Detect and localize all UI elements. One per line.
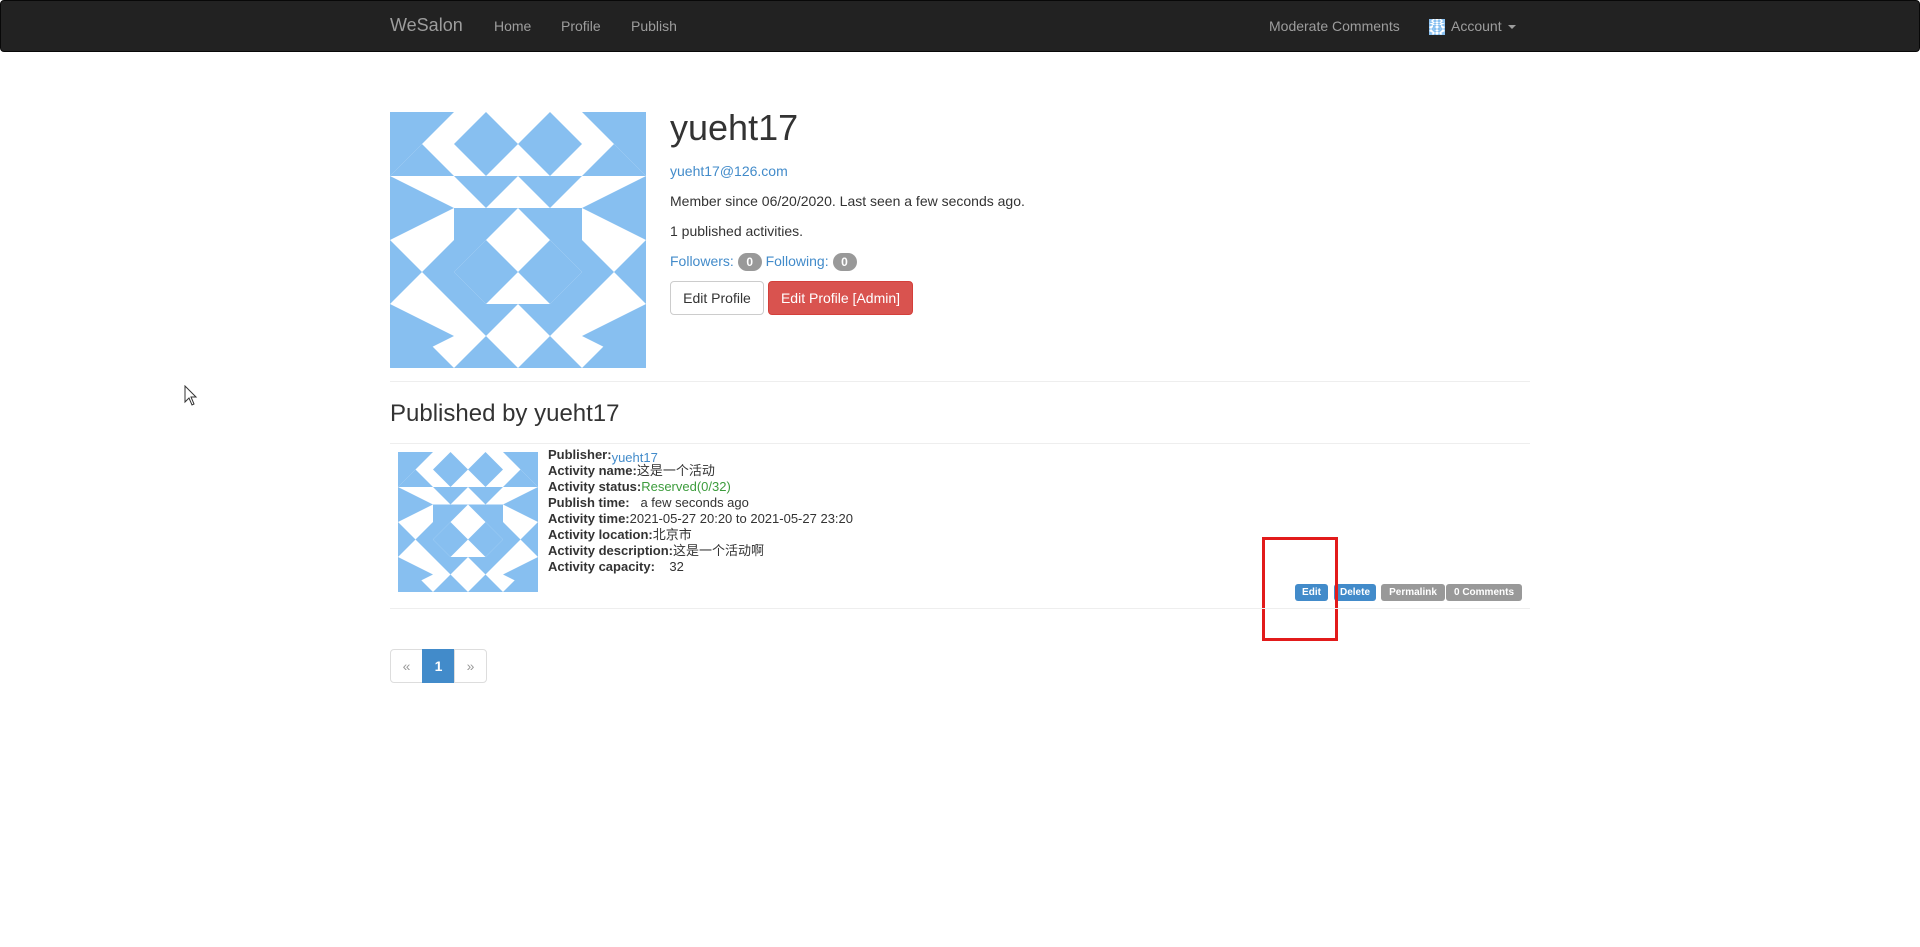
activity-name-row: Activity name:这是一个活动 <box>548 463 853 479</box>
mouse-pointer-icon <box>184 385 198 406</box>
follow-stats: Followers: 0 Following: 0 <box>670 253 857 272</box>
activity-location-row: Activity location:北京市 <box>548 527 853 543</box>
activity-time-label: Activity time: <box>548 511 630 526</box>
nav-publish[interactable]: Publish <box>631 18 677 34</box>
edit-profile-button[interactable]: Edit Profile <box>670 281 764 315</box>
activity-capacity-row: Activity capacity: 32 <box>548 559 853 575</box>
caret-down-icon[interactable] <box>1508 25 1516 29</box>
profile-username: yueht17 <box>670 107 799 148</box>
activity-capacity-value: 32 <box>669 559 684 574</box>
post-list-bottom-divider <box>390 608 1530 609</box>
activity-status-row: Activity status:Reserved(0/32) <box>548 479 853 495</box>
pagination-next[interactable]: » <box>454 649 487 683</box>
edit-profile-admin-button[interactable]: Edit Profile [Admin] <box>768 281 913 315</box>
pagination: « 1 » <box>390 649 487 683</box>
activity-post: Publisher:yueht17 Activity name:这是一个活动 A… <box>548 447 853 575</box>
post-comments-button[interactable]: 0 Comments <box>1446 584 1522 601</box>
post-edit-button[interactable]: Edit <box>1295 584 1328 601</box>
account-avatar-icon[interactable] <box>1429 19 1445 35</box>
activity-time-row: Activity time:2021-05-27 20:20 to 2021-0… <box>548 511 853 527</box>
activity-name-label: Activity name: <box>548 463 637 478</box>
post-list-top-divider <box>390 443 1530 444</box>
activity-description-row: Activity description:这是一个活动啊 <box>548 543 853 559</box>
nav-home[interactable]: Home <box>494 18 531 34</box>
top-navbar: WeSalon Home Profile Publish Moderate Co… <box>0 0 1920 52</box>
profile-avatar <box>390 112 646 368</box>
activity-status-label: Activity status: <box>548 479 642 494</box>
profile-email-link[interactable]: yueht17@126.com <box>670 163 788 179</box>
publisher-row: Publisher:yueht17 <box>548 447 853 465</box>
activity-time-value: 2021-05-27 20:20 to 2021-05-27 23:20 <box>629 511 853 526</box>
nav-profile[interactable]: Profile <box>561 18 601 34</box>
brand-link[interactable]: WeSalon <box>390 15 463 36</box>
followers-count-badge: 0 <box>737 253 762 272</box>
following-count-badge: 0 <box>832 253 857 272</box>
publisher-label: Publisher: <box>548 447 612 462</box>
published-count-text: 1 published activities. <box>670 223 804 239</box>
pagination-prev[interactable]: « <box>390 649 423 683</box>
publish-time-value: a few seconds ago <box>640 495 749 510</box>
publish-time-row: Publish time: a few seconds ago <box>548 495 853 511</box>
nav-moderate-comments[interactable]: Moderate Comments <box>1269 18 1400 34</box>
activity-status-value: Reserved(0/32) <box>641 479 731 494</box>
activity-name-value: 这是一个活动 <box>636 463 715 478</box>
member-since-text: Member since 06/20/2020. Last seen a few… <box>670 193 1025 209</box>
post-permalink-button[interactable]: Permalink <box>1381 584 1445 601</box>
following-link[interactable]: Following: <box>766 253 829 269</box>
post-author-avatar[interactable] <box>398 452 538 592</box>
activity-location-value: 北京市 <box>652 527 692 542</box>
pagination-page-1[interactable]: 1 <box>422 649 455 683</box>
activity-description-value: 这是一个活动啊 <box>672 543 764 558</box>
published-section-title: Published by yueht17 <box>390 400 620 427</box>
activity-location-label: Activity location: <box>548 527 653 542</box>
activity-description-label: Activity description: <box>548 543 673 558</box>
post-delete-button[interactable]: Delete <box>1334 584 1376 601</box>
section-divider <box>390 381 1530 382</box>
publish-time-label: Publish time: <box>548 495 630 510</box>
activity-capacity-label: Activity capacity: <box>548 559 655 574</box>
followers-link[interactable]: Followers: <box>670 253 734 269</box>
account-dropdown[interactable]: Account <box>1451 18 1502 34</box>
publisher-link[interactable]: yueht17 <box>612 450 658 465</box>
